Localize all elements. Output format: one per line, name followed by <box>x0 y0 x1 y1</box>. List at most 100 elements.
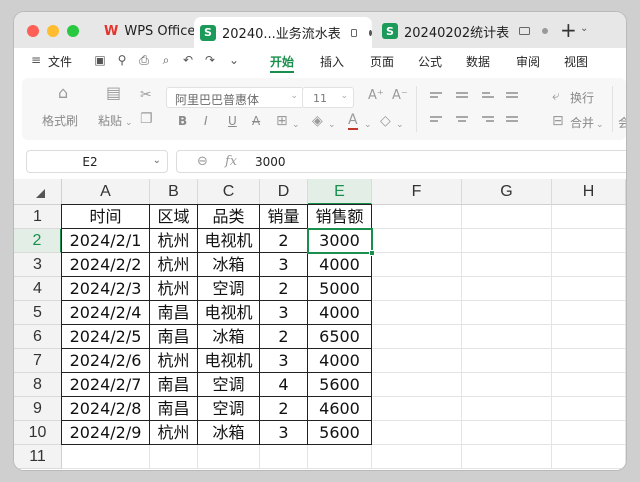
unsaved-dot-icon[interactable] <box>369 29 372 36</box>
cell-c9[interactable]: 空调 <box>198 397 260 421</box>
chevron-down-icon[interactable]: ⌄ <box>580 23 588 34</box>
column-header-b[interactable]: B <box>150 179 198 205</box>
cell-c3[interactable]: 冰箱 <box>198 253 260 277</box>
row-header-4[interactable]: 4 <box>14 277 62 301</box>
cell-b3[interactable]: 杭州 <box>150 253 198 277</box>
cell-f3[interactable] <box>372 253 462 277</box>
chevron-down-icon[interactable]: ⌄ <box>292 118 300 132</box>
cell-f5[interactable] <box>372 301 462 325</box>
monitor-icon[interactable] <box>519 27 531 35</box>
row-header-10[interactable]: 10 <box>14 421 62 445</box>
font-name-select[interactable]: 阿里巴巴普惠体 ⌄ <box>166 87 304 108</box>
cell-a7[interactable]: 2024/2/6 <box>62 349 150 373</box>
row-header-9[interactable]: 9 <box>14 397 62 421</box>
tab-wps-office[interactable]: W WPS Office <box>96 17 195 45</box>
cell-h9[interactable] <box>552 397 626 421</box>
justify-icon[interactable] <box>506 116 518 126</box>
chevron-down-icon[interactable]: ⌄ <box>125 116 133 130</box>
cell-g4[interactable] <box>462 277 552 301</box>
paste-button[interactable]: 粘贴 <box>98 112 122 129</box>
cell-e8[interactable]: 5600 <box>308 373 372 397</box>
cell-f9[interactable] <box>372 397 462 421</box>
cell-f11[interactable] <box>372 445 462 469</box>
column-header-e[interactable]: E <box>308 179 372 205</box>
cell-f7[interactable] <box>372 349 462 373</box>
cell-a6[interactable]: 2024/2/5 <box>62 325 150 349</box>
cell-b7[interactable]: 杭州 <box>150 349 198 373</box>
align-top-icon[interactable] <box>430 92 442 102</box>
cell-h6[interactable] <box>552 325 626 349</box>
cell-h4[interactable] <box>552 277 626 301</box>
redo-icon[interactable]: ↷ <box>204 54 216 66</box>
cell-e5[interactable]: 4000 <box>308 301 372 325</box>
cell-e6[interactable]: 6500 <box>308 325 372 349</box>
menu-review[interactable]: 审阅 <box>516 53 540 70</box>
chevron-down-icon[interactable]: ⌄ <box>228 54 240 66</box>
new-tab-button[interactable]: + <box>560 20 577 40</box>
tab-statistics-sheet[interactable]: S 20240202统计表 <box>376 17 554 45</box>
align-left-icon[interactable] <box>430 116 442 126</box>
minimize-window-button[interactable] <box>47 25 59 37</box>
cell-d1[interactable]: 销量 <box>260 205 308 229</box>
merge-cells-icon[interactable]: ⊟ <box>552 114 564 128</box>
cell-f4[interactable] <box>372 277 462 301</box>
chevron-down-icon[interactable]: ⌄ <box>596 118 604 132</box>
cell-a1[interactable]: 时间 <box>62 205 150 229</box>
align-right-icon[interactable] <box>482 116 494 126</box>
menu-page[interactable]: 页面 <box>370 53 394 70</box>
cell-d4[interactable]: 2 <box>260 277 308 301</box>
cell-a3[interactable]: 2024/2/2 <box>62 253 150 277</box>
cell-e3[interactable]: 4000 <box>308 253 372 277</box>
link-icon[interactable]: ⚲ <box>116 54 128 66</box>
cell-f8[interactable] <box>372 373 462 397</box>
cell-a10[interactable]: 2024/2/9 <box>62 421 150 445</box>
underline-button[interactable]: U <box>228 114 237 128</box>
row-header-5[interactable]: 5 <box>14 301 62 325</box>
cell-e11[interactable] <box>308 445 372 469</box>
row-header-7[interactable]: 7 <box>14 349 62 373</box>
menu-view[interactable]: 视图 <box>564 53 588 70</box>
menu-start[interactable]: 开始 <box>270 53 294 70</box>
cell-b2[interactable]: 杭州 <box>150 229 198 253</box>
column-header-g[interactable]: G <box>462 179 552 205</box>
cell-b8[interactable]: 南昌 <box>150 373 198 397</box>
cell-a4[interactable]: 2024/2/3 <box>62 277 150 301</box>
cell-f6[interactable] <box>372 325 462 349</box>
cell-c4[interactable]: 空调 <box>198 277 260 301</box>
wrap-text-button[interactable]: 换行 <box>570 89 594 106</box>
row-header-1[interactable]: 1 <box>14 205 62 229</box>
cell-b9[interactable]: 南昌 <box>150 397 198 421</box>
close-window-button[interactable] <box>27 25 39 37</box>
cell-c6[interactable]: 冰箱 <box>198 325 260 349</box>
cell-c5[interactable]: 电视机 <box>198 301 260 325</box>
chevron-down-icon[interactable]: ⌄ <box>328 118 336 132</box>
format-painter-button[interactable]: 格式刷 <box>42 112 78 129</box>
align-middle-icon[interactable] <box>456 92 468 102</box>
increase-font-icon[interactable]: A⁺ <box>368 89 384 103</box>
cell-h8[interactable] <box>552 373 626 397</box>
column-header-h[interactable]: H <box>552 179 626 205</box>
row-header-3[interactable]: 3 <box>14 253 62 277</box>
select-all-button[interactable] <box>14 179 62 205</box>
chevron-down-icon[interactable]: ⌄ <box>364 118 372 132</box>
cell-e4[interactable]: 5000 <box>308 277 372 301</box>
cell-h3[interactable] <box>552 253 626 277</box>
cell-d11[interactable] <box>260 445 308 469</box>
cell-a11[interactable] <box>62 445 150 469</box>
cell-c1[interactable]: 品类 <box>198 205 260 229</box>
cell-g5[interactable] <box>462 301 552 325</box>
cell-b11[interactable] <box>150 445 198 469</box>
print-preview-icon[interactable]: ⌕ <box>160 54 172 66</box>
row-header-11[interactable]: 11 <box>14 445 62 469</box>
wrap-text-icon[interactable]: ⤶ <box>552 89 560 103</box>
name-box[interactable]: E2 ⌄ <box>26 150 168 173</box>
spreadsheet-grid[interactable]: A B C D E F G H 1 时间 区域 品类 销量 销售额 2 2024/2/1 杭州 电视机 2 3000 3… <box>14 179 626 470</box>
hamburger-menu-icon[interactable]: ≡ <box>30 54 42 66</box>
cell-c10[interactable]: 冰箱 <box>198 421 260 445</box>
copy-icon[interactable]: ❐ <box>140 112 153 126</box>
cell-b5[interactable]: 南昌 <box>150 301 198 325</box>
formula-bar[interactable]: ⊖ fx 3000 <box>176 150 626 173</box>
chevron-down-icon[interactable]: ⌄ <box>396 118 404 132</box>
cell-e1[interactable]: 销售额 <box>308 205 372 229</box>
cell-b1[interactable]: 区域 <box>150 205 198 229</box>
